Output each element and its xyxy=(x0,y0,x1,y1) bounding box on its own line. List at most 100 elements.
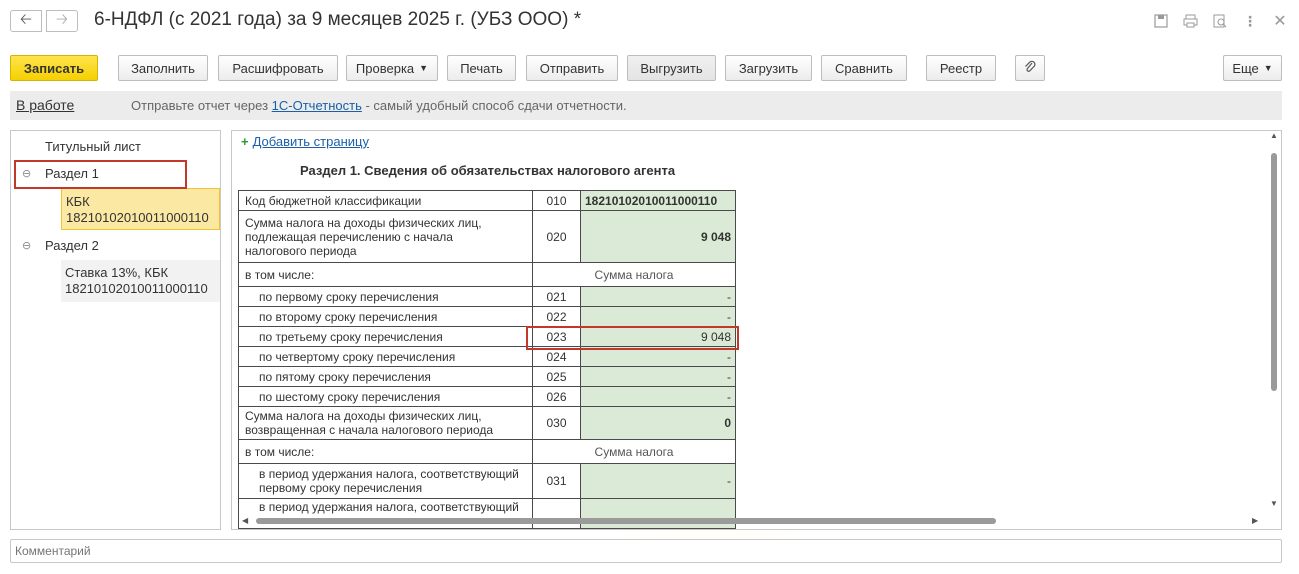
table-row: по четвертому сроку перечисления 024 - xyxy=(238,346,736,367)
decode-button[interactable]: Расшифровать xyxy=(218,55,338,81)
report-form: + Добавить страницу Раздел 1. Сведения об… xyxy=(231,130,1282,530)
scroll-left-icon[interactable]: ◀ xyxy=(242,516,248,525)
title-bar: 🡠 🡢 6-НДФЛ (с 2021 года) за 9 месяцев 20… xyxy=(0,0,1299,42)
info-message-after: - самый удобный способ сдачи отчетности. xyxy=(361,98,627,113)
kbk-value-field[interactable]: 18210102010011000110 xyxy=(580,190,736,211)
reporting-service-link[interactable]: 1С-Отчетность xyxy=(272,98,362,113)
vertical-scrollbar[interactable]: ▲ ▼ xyxy=(1270,131,1278,511)
table-row: по первому сроку перечисления 021 - xyxy=(238,286,736,307)
arrow-right-icon: 🡢 xyxy=(55,10,69,28)
row-code: 024 xyxy=(532,346,581,367)
paperclip-icon xyxy=(1024,60,1036,77)
print-button[interactable]: Печать xyxy=(447,55,516,81)
close-icon[interactable]: ✕ xyxy=(1271,12,1289,30)
tree-item-label: КБК xyxy=(66,194,90,209)
row-code: 031 xyxy=(532,463,581,499)
row-name-line: возвращенная с начала налогового периода xyxy=(245,423,494,437)
status-link[interactable]: В работе xyxy=(16,97,74,113)
row-code: 021 xyxy=(532,286,581,307)
row-name: Сумма налога на доходы физических лиц, в… xyxy=(238,406,533,440)
row-name: в период удержания налога, соответствующ… xyxy=(238,463,533,499)
save-button[interactable]: Записать xyxy=(10,55,98,81)
unload-button[interactable]: Выгрузить xyxy=(627,55,716,81)
table-row: по второму сроку перечисления 022 - xyxy=(238,306,736,327)
value-field[interactable]: - xyxy=(580,306,736,327)
value-field[interactable]: - xyxy=(580,346,736,367)
plus-icon: + xyxy=(241,134,249,149)
row-name: по третьему сроку перечисления xyxy=(238,326,533,347)
row-name-line: Сумма налога на доходы физических лиц, xyxy=(245,215,482,230)
row-name: в том числе: xyxy=(238,439,533,464)
comment-input[interactable] xyxy=(10,539,1282,563)
table-row: в том числе: Сумма налога xyxy=(238,262,736,287)
registry-button[interactable]: Реестр xyxy=(926,55,996,81)
row-name-line: Сумма налога на доходы физических лиц, xyxy=(245,409,482,423)
row-name-line: налогового периода xyxy=(245,243,357,258)
check-dropdown-button[interactable]: Проверка ▼ xyxy=(346,55,438,81)
collapse-icon[interactable]: ⊖ xyxy=(22,239,31,252)
row-code: 010 xyxy=(532,190,581,211)
row-code: 023 xyxy=(532,326,581,347)
scroll-down-icon[interactable]: ▼ xyxy=(1270,499,1278,508)
tree-item-label: 18210102010011000110 xyxy=(66,210,209,225)
value-field[interactable]: 9 048 xyxy=(580,326,736,347)
row-name: по пятому сроку перечисления xyxy=(238,366,533,387)
value-field[interactable]: - xyxy=(580,386,736,407)
value-field[interactable]: - xyxy=(580,366,736,387)
preview-icon[interactable] xyxy=(1211,12,1229,30)
add-page-link[interactable]: + Добавить страницу xyxy=(241,134,369,149)
row-code: 026 xyxy=(532,386,581,407)
collapse-icon[interactable]: ⊖ xyxy=(22,167,31,180)
horizontal-scroll-thumb[interactable] xyxy=(256,518,996,524)
row-name-line: в период удержания налога, соответствующ… xyxy=(259,467,519,481)
row-name: по первому сроку перечисления xyxy=(238,286,533,307)
print-icon[interactable] xyxy=(1181,12,1199,30)
send-button[interactable]: Отправить xyxy=(526,55,618,81)
row-code: 030 xyxy=(532,406,581,440)
row-name: в том числе: xyxy=(238,262,533,287)
tree-item-label: Титульный лист xyxy=(45,139,142,154)
compare-button[interactable]: Сравнить xyxy=(821,55,907,81)
row-name: Сумма налога на доходы физических лиц, п… xyxy=(238,210,533,263)
back-button[interactable]: 🡠 xyxy=(10,10,42,32)
attach-button[interactable] xyxy=(1015,55,1045,81)
chevron-down-icon: ▼ xyxy=(1263,63,1273,73)
subheader: Сумма налога xyxy=(532,439,736,464)
value-field[interactable]: - xyxy=(580,463,736,499)
tree-item-title-page[interactable]: Титульный лист xyxy=(11,136,220,158)
row-name: Код бюджетной классификации xyxy=(238,190,533,211)
row-name: по шестому сроку перечисления xyxy=(238,386,533,407)
row-name: по второму сроку перечисления xyxy=(238,306,533,327)
check-label: Проверка xyxy=(355,60,415,76)
subheader: Сумма налога xyxy=(532,262,736,287)
fill-button[interactable]: Заполнить xyxy=(118,55,208,81)
tree-item-section1[interactable]: ⊖ Раздел 1 xyxy=(11,162,220,186)
arrow-left-icon: 🡠 xyxy=(19,10,33,28)
tree-item-label: 18210102010011000110 xyxy=(65,281,208,296)
value-field[interactable]: - xyxy=(580,286,736,307)
vertical-scroll-thumb[interactable] xyxy=(1271,153,1277,391)
table-row: Код бюджетной классификации 010 18210102… xyxy=(238,190,736,211)
scroll-right-icon[interactable]: ▶ xyxy=(1252,516,1258,525)
scroll-up-icon[interactable]: ▲ xyxy=(1270,131,1278,140)
tree-item-section1-kbk[interactable]: КБК 18210102010011000110 xyxy=(61,188,220,230)
window-title: 6-НДФЛ (с 2021 года) за 9 месяцев 2025 г… xyxy=(94,9,582,30)
more-button[interactable]: Еще ▼ xyxy=(1223,55,1282,81)
info-message: Отправьте отчет через 1С-Отчетность - са… xyxy=(131,98,627,113)
value-field[interactable]: 0 xyxy=(580,406,736,440)
info-message-before: Отправьте отчет через xyxy=(131,98,272,113)
tree-item-label: Раздел 1 xyxy=(45,166,99,181)
load-button[interactable]: Загрузить xyxy=(725,55,812,81)
tree-item-section2-rate[interactable]: Ставка 13%, КБК 18210102010011000110 xyxy=(61,260,220,302)
more-menu-icon[interactable]: ⋮ xyxy=(1241,12,1259,30)
section-title: Раздел 1. Сведения об обязательствах нал… xyxy=(300,163,676,178)
horizontal-scrollbar[interactable]: ◀ ▶ xyxy=(242,516,1262,525)
save-disk-icon[interactable] xyxy=(1152,12,1170,30)
tree-item-label: Ставка 13%, КБК xyxy=(65,265,169,280)
tree-item-section2[interactable]: ⊖ Раздел 2 xyxy=(11,234,220,258)
row-name: по четвертому сроку перечисления xyxy=(238,346,533,367)
tax-total-value-field[interactable]: 9 048 xyxy=(580,210,736,263)
table-row: по пятому сроку перечисления 025 - xyxy=(238,366,736,387)
table-row: по третьему сроку перечисления 023 9 048 xyxy=(238,326,736,347)
forward-button[interactable]: 🡢 xyxy=(46,10,78,32)
